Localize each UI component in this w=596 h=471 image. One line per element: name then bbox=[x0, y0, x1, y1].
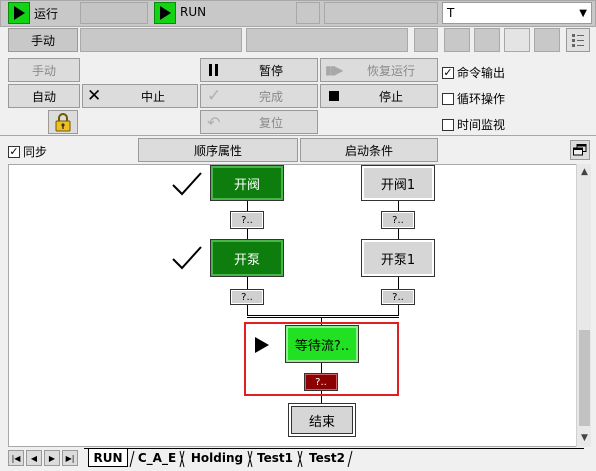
stop-button[interactable]: 停止 bbox=[320, 84, 438, 108]
step-label: 开泵1 bbox=[380, 252, 416, 268]
lock-button[interactable] bbox=[48, 110, 78, 134]
transition[interactable]: ?.. bbox=[381, 289, 415, 305]
field-c bbox=[414, 28, 438, 52]
prev-tab-icon[interactable]: ◀ bbox=[26, 450, 42, 466]
run-indicator-icon bbox=[8, 2, 30, 24]
pause-button-label: 暂停 bbox=[259, 63, 284, 78]
transition-label: ?.. bbox=[392, 214, 404, 226]
last-tab-icon[interactable]: ▶| bbox=[62, 450, 78, 466]
complete-button-label: 完成 bbox=[259, 89, 284, 104]
checkbox-box[interactable]: ✓ bbox=[442, 66, 454, 79]
pause-button[interactable]: 暂停 bbox=[200, 58, 318, 82]
manual-mode-label: 手动 bbox=[30, 33, 55, 48]
checkbox-box[interactable]: ✓ bbox=[8, 145, 20, 158]
mode-field-filler bbox=[80, 2, 148, 24]
auto-button-label: 自动 bbox=[31, 89, 56, 104]
stop-button-label: 停止 bbox=[379, 89, 404, 104]
sequence-properties-label: 顺序属性 bbox=[193, 143, 242, 158]
transition-fault[interactable]: ?.. bbox=[304, 373, 338, 391]
resume-button-label: 恢复运行 bbox=[367, 63, 416, 78]
command-output-label: 命令输出 bbox=[457, 66, 506, 80]
transition-label: ?.. bbox=[392, 291, 404, 303]
transition[interactable]: ?.. bbox=[230, 211, 264, 229]
time-monitor-label: 时间监视 bbox=[457, 118, 506, 132]
tab-separators bbox=[129, 450, 353, 468]
chevron-down-icon: ▼ bbox=[579, 7, 587, 19]
complete-button[interactable]: ✓ 完成 bbox=[200, 84, 318, 108]
reset-button-label: 复位 bbox=[259, 115, 284, 130]
toolbar-slot-2[interactable] bbox=[474, 28, 500, 52]
step-label: 开泵 bbox=[233, 252, 260, 268]
scrollbar-thumb[interactable] bbox=[579, 330, 590, 426]
time-monitor-checkbox[interactable]: 时间监视 bbox=[442, 116, 505, 133]
completed-check-icon bbox=[172, 246, 202, 270]
step-wait-flow[interactable]: 等待流?.. bbox=[285, 325, 359, 363]
tab-navigation: |◀ ◀ ▶ ▶| bbox=[8, 450, 80, 466]
run-status-icon bbox=[154, 2, 176, 24]
manual-button[interactable]: 手动 bbox=[8, 58, 80, 82]
transition[interactable]: ?.. bbox=[230, 289, 264, 305]
manual-mode-button[interactable]: 手动 bbox=[8, 28, 78, 52]
transition-label: ?.. bbox=[241, 291, 253, 303]
checkmark-icon: ✓ bbox=[207, 86, 222, 106]
run-label: RUN bbox=[180, 5, 207, 19]
toolbar-slot-4[interactable] bbox=[534, 28, 560, 52]
blank-field bbox=[296, 2, 320, 24]
active-step-marker-icon bbox=[255, 337, 269, 353]
scroll-up-icon[interactable]: ▲ bbox=[577, 164, 592, 180]
target-dropdown[interactable]: T ▼ bbox=[442, 2, 592, 24]
sequence-properties-button[interactable]: 顺序属性 bbox=[138, 138, 298, 162]
checkbox-box[interactable] bbox=[442, 118, 454, 131]
transition[interactable]: ?.. bbox=[381, 211, 415, 229]
start-conditions-label: 启动条件 bbox=[344, 143, 393, 158]
step-open-pump[interactable]: 开泵 bbox=[210, 239, 284, 277]
abort-button-label: 中止 bbox=[141, 89, 166, 104]
sync-checkbox[interactable]: ✓ 同步 bbox=[8, 143, 47, 160]
blank-field-2 bbox=[324, 2, 438, 24]
field-a bbox=[80, 28, 242, 52]
dropdown-value: T bbox=[447, 6, 455, 20]
step-open-valve-1[interactable]: 开阀1 bbox=[361, 165, 435, 201]
step-label: 等待流?.. bbox=[294, 338, 350, 354]
stop-square-icon bbox=[329, 91, 339, 101]
list-settings-icon[interactable] bbox=[566, 28, 590, 52]
auto-button[interactable]: 自动 bbox=[8, 84, 80, 108]
command-output-checkbox[interactable]: ✓ 命令输出 bbox=[442, 64, 505, 81]
toolbar-slot-1[interactable] bbox=[444, 28, 470, 52]
loop-operation-label: 循环操作 bbox=[457, 92, 506, 106]
completed-check-icon bbox=[172, 172, 202, 196]
scroll-down-icon[interactable]: ▼ bbox=[577, 430, 592, 446]
first-tab-icon[interactable]: |◀ bbox=[8, 450, 24, 466]
start-conditions-button[interactable]: 启动条件 bbox=[300, 138, 438, 162]
resume-button[interactable]: ▮▮▶ 恢复运行 bbox=[320, 58, 438, 82]
resume-icon: ▮▮▶ bbox=[325, 63, 343, 77]
loop-operation-checkbox[interactable]: 循环操作 bbox=[442, 90, 505, 107]
divider bbox=[0, 135, 596, 136]
step-label: 开阀1 bbox=[380, 177, 416, 193]
vertical-scrollbar[interactable]: ▲ ▼ bbox=[576, 164, 591, 447]
abort-x-icon: ✕ bbox=[87, 85, 102, 106]
pause-icon bbox=[209, 64, 218, 76]
toolbar-slot-3[interactable] bbox=[504, 28, 530, 52]
transition-label: ?.. bbox=[241, 214, 253, 226]
step-label: 结束 bbox=[308, 414, 335, 430]
reset-button[interactable]: ↶ 复位 bbox=[200, 110, 318, 134]
undo-arrow-icon: ↶ bbox=[207, 112, 221, 132]
sequence-diagram-canvas[interactable]: 开阀 开阀1 开泵 开泵1 ?.. ?.. ?.. ?.. 等待流?.. ?..… bbox=[8, 164, 576, 447]
checkbox-box[interactable] bbox=[442, 92, 454, 105]
manual-button-label: 手动 bbox=[31, 63, 56, 78]
step-open-valve[interactable]: 开阀 bbox=[210, 165, 284, 201]
restore-window-icon[interactable] bbox=[570, 140, 590, 160]
step-end[interactable]: 结束 bbox=[288, 403, 356, 437]
transition-label: ?.. bbox=[315, 376, 327, 388]
mode-label: 运行 bbox=[34, 7, 59, 21]
field-b bbox=[246, 28, 408, 52]
sync-label: 同步 bbox=[23, 145, 48, 159]
step-open-pump-1[interactable]: 开泵1 bbox=[361, 239, 435, 277]
lock-icon bbox=[55, 113, 71, 132]
abort-button[interactable]: ✕ 中止 bbox=[82, 84, 198, 108]
next-tab-icon[interactable]: ▶ bbox=[44, 450, 60, 466]
step-label: 开阀 bbox=[233, 177, 260, 193]
